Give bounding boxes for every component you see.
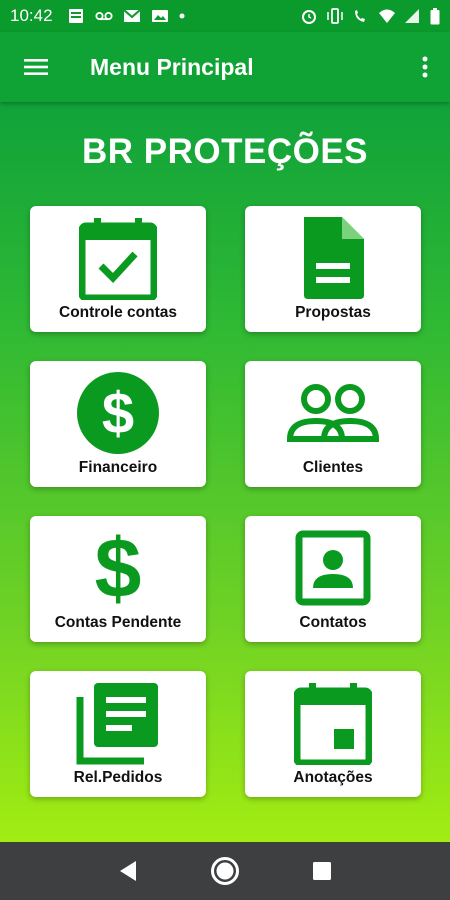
main-content: BR PROTEÇÕES Controle contas Propostas $… xyxy=(0,102,450,842)
tile-label: Rel.Pedidos xyxy=(73,769,163,786)
tile-label: Anotações xyxy=(293,769,373,786)
calendar-event-icon xyxy=(294,683,372,765)
battery-icon xyxy=(430,7,440,24)
tile-label: Controle contas xyxy=(59,304,177,321)
tile-controle-contas[interactable]: Controle contas xyxy=(30,206,206,332)
svg-text:$: $ xyxy=(102,381,134,446)
tile-label: Contatos xyxy=(299,614,367,631)
system-nav-bar xyxy=(0,842,450,900)
system-icons xyxy=(300,7,440,25)
notification-icons xyxy=(67,8,185,24)
alarm-icon xyxy=(302,10,316,24)
recents-button[interactable] xyxy=(302,851,342,891)
tile-label: Contas Pendente xyxy=(54,614,182,631)
tile-financeiro[interactable]: $ Financeiro xyxy=(30,361,206,487)
contact-portrait-icon xyxy=(295,530,371,606)
photo-message-icon xyxy=(151,10,168,22)
brand-title: BR PROTEÇÕES xyxy=(81,132,369,171)
people-icon xyxy=(286,384,380,442)
tile-label: Financeiro xyxy=(78,459,158,476)
hamburger-menu-icon xyxy=(24,59,48,75)
tile-label: Clientes xyxy=(302,459,364,476)
app-bar: Menu Principal xyxy=(0,32,450,102)
status-bar: 10:42 xyxy=(0,0,450,32)
menu-button[interactable] xyxy=(0,32,72,102)
signal-4g-icon xyxy=(405,9,419,23)
tile-contas-pendente[interactable]: $ Contas Pendente xyxy=(30,516,206,642)
wifi-icon xyxy=(379,9,395,23)
library-books-icon xyxy=(76,683,158,765)
tile-clientes[interactable]: Clientes xyxy=(245,361,421,487)
status-time: 10:42 xyxy=(10,6,53,25)
recents-square-icon xyxy=(312,862,331,880)
vibrate-icon xyxy=(327,8,343,24)
voicemail-icon xyxy=(94,11,113,21)
more-options-button[interactable] xyxy=(400,32,450,102)
tile-rel-pedidos[interactable]: Rel.Pedidos xyxy=(30,671,206,797)
document-icon xyxy=(304,217,364,299)
gmail-icon xyxy=(122,9,141,22)
notes-icon xyxy=(68,9,83,23)
svg-text:$: $ xyxy=(95,525,142,611)
back-triangle-icon xyxy=(120,861,137,881)
tile-label: Propostas xyxy=(295,304,371,321)
dot-icon xyxy=(179,13,185,19)
dollar-icon: $ xyxy=(95,525,142,611)
tile-anotacoes[interactable]: Anotações xyxy=(245,671,421,797)
more-vert-icon xyxy=(422,56,428,78)
home-button[interactable] xyxy=(205,851,245,891)
home-circle-icon xyxy=(210,857,239,885)
page-title: Menu Principal xyxy=(90,53,254,80)
calendar-check-icon xyxy=(79,218,157,300)
tile-contatos[interactable]: Contatos xyxy=(245,516,421,642)
dollar-circle-icon: $ xyxy=(77,372,159,454)
wifi-calling-icon xyxy=(355,10,365,22)
back-button[interactable] xyxy=(108,851,148,891)
tile-propostas[interactable]: Propostas xyxy=(245,206,421,332)
